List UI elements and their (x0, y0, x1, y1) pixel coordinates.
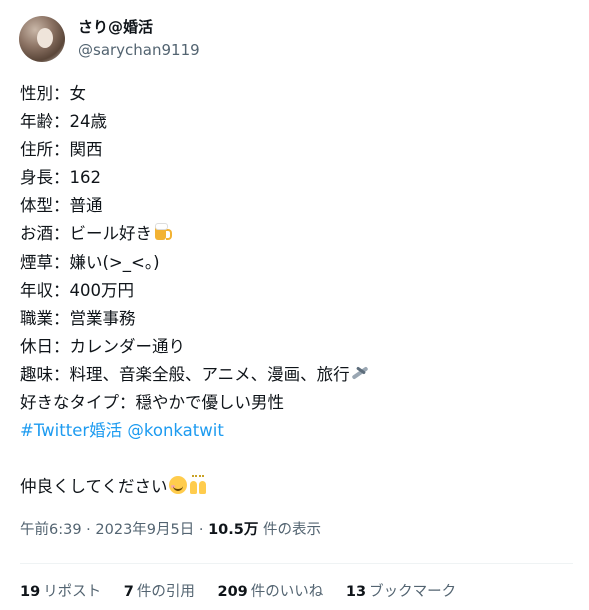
mention-link[interactable]: @konkatwit (127, 421, 223, 440)
display-name[interactable]: さり@婚活 (78, 16, 153, 37)
profile-line-address: 住所：関西 (20, 140, 103, 160)
reposts-label: リポスト (43, 584, 102, 600)
closing-text: 仲良くしてください (20, 477, 168, 497)
profile-line-body-type: 体型：普通 (20, 196, 103, 216)
tweet-meta: 午前6:39 · 2023年9月5日 · 10.5万 件の表示 (20, 518, 321, 539)
reposts-count: 19 (20, 584, 41, 600)
reposts-stat[interactable]: 19 リポスト (20, 580, 101, 601)
hobbies-text: 趣味：料理、音楽全般、アニメ、漫画、旅行 (20, 364, 350, 384)
avatar[interactable] (19, 16, 65, 62)
bookmarks-count: 13 (345, 584, 367, 600)
profile-line-height: 身長：162 (20, 168, 101, 188)
timestamp-link[interactable]: 午前6:39 · 2023年9月5日 · (20, 522, 208, 538)
profile-line-smoking: 煙草：嫌い(>_<。) (20, 252, 160, 272)
profile-line-gender: 性別：女 (20, 84, 86, 103)
airplane-icon (350, 363, 370, 383)
quotes-label: 件の引用 (136, 584, 195, 600)
raising-hands-icon (188, 475, 208, 495)
tweet-text: 性別：女 年齢：24歳 住所：関西 身長：162 体型：普通 お酒：ビール好き … (20, 80, 575, 501)
tag-line: #Twitter婚活 @konkatwit (20, 417, 575, 445)
views-label: 件の表示 (258, 522, 321, 538)
engagement-stats: 19 リポスト 7 件の引用 209 件のいいね 13 ブックマーク (20, 580, 474, 601)
profile-line-income: 年収：400万円 (20, 280, 134, 300)
profile-line-hobbies: 趣味：料理、音楽全般、アニメ、漫画、旅行 (20, 361, 575, 389)
bookmarks-label: ブックマーク (369, 584, 457, 600)
quotes-count: 7 (123, 584, 134, 600)
profile-line-occupation: 職業：営業事務 (20, 308, 136, 328)
bookmarks-stat[interactable]: 13 ブックマーク (346, 580, 456, 601)
tweet-card: さり@婚活 @sarychan9119 性別：女 年齢：24歳 住所：関西 身長… (0, 0, 589, 610)
views-count: 10.5万 (208, 522, 259, 538)
profile-line-alcohol: お酒：ビール好き (20, 220, 575, 248)
quotes-stat[interactable]: 7 件の引用 (124, 580, 195, 601)
smiling-face-icon (168, 475, 188, 495)
profile-line-holidays: 休日：カレンダー通り (20, 336, 185, 356)
hashtag-link[interactable]: #Twitter婚活 (20, 421, 122, 440)
profile-line-age: 年齢：24歳 (20, 112, 107, 132)
profile-line-ideal-type: 好きなタイプ：穏やかで優しい男性 (20, 393, 284, 413)
divider (20, 563, 573, 564)
avatar-face (37, 28, 53, 48)
alcohol-text: お酒：ビール好き (20, 224, 152, 244)
likes-count: 209 (217, 584, 248, 600)
user-handle[interactable]: @sarychan9119 (78, 41, 200, 59)
likes-stat[interactable]: 209 件のいいね (218, 580, 324, 601)
closing-line: 仲良くしてください (20, 473, 575, 501)
likes-label: 件のいいね (250, 584, 324, 600)
beer-mug-icon (152, 222, 172, 242)
